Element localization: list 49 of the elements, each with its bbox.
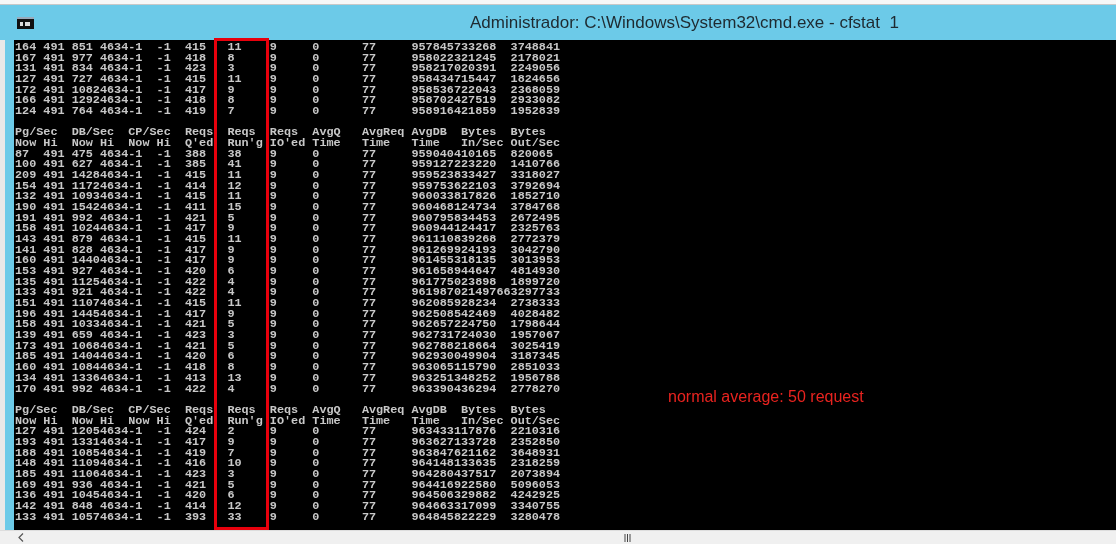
console-line: 209 491 14284634-1 -1 415 11 9 0 77 959523833427 3318027 [15, 170, 561, 181]
console-line: 134 491 13364634-1 -1 413 13 9 0 77 963251348252 1956788 [15, 372, 561, 384]
console-line: 158 491 10334634-1 -1 421 5 9 0 77 962657224750 1798644 [15, 319, 561, 331]
console-line: 141 491 828 4634-1 -1 417 9 9 0 77 961269924193 3042790 [15, 244, 561, 256]
column-header-line: Pg/Sec DB/Sec CP/Sec Reqs Reqs Reqs AvgQ AvgReq AvgDB Bytes Bytes [15, 404, 546, 416]
console-line: 133 491 10574634-1 -1 393 33 9 0 77 964845822229 3280478 [15, 511, 561, 523]
console-line: 142 491 848 4634-1 -1 414 12 9 0 77 964663317099 3340755 [15, 500, 561, 512]
console-line: 160 491 14404634-1 -1 417 9 9 0 77 961455318135 3013953 [15, 255, 561, 267]
console-icon [17, 16, 34, 29]
console-line: 185 491 11064634-1 -1 423 3 9 0 77 964280437517 2073894 [15, 468, 561, 480]
chevron-left-icon[interactable] [18, 533, 24, 542]
console-line: 143 491 879 4634-1 -1 415 11 9 0 77 961110839268 2772379 [15, 234, 561, 245]
console-line: 185 491 14044634-1 -1 420 6 9 0 77 962930049904 3187345 [15, 351, 561, 363]
console-line: 131 491 834 4634-1 -1 423 3 9 0 77 958217020391 2249056 [15, 63, 561, 74]
console-line: 169 491 936 4634-1 -1 421 5 9 0 77 964416922580 5096053 [15, 479, 561, 491]
console-line: 164 491 851 4634-1 -1 415 11 9 0 77 957845733268 3748841 [15, 42, 561, 53]
column-header-line: Now Hi Now Hi Now Hi Q'ed Run'g IO'ed Time Time Time In/Sec Out/Sec [15, 138, 561, 149]
scroll-grip-icon[interactable] [624, 533, 631, 542]
console-line: 193 491 13314634-1 -1 417 9 9 0 77 963627133728 2352850 [15, 436, 561, 448]
console-line: 127 491 12054634-1 -1 424 2 9 0 77 963433117876 2210316 [15, 426, 561, 437]
console-line: 170 491 992 4634-1 -1 422 4 9 0 77 963390436294 2778270 [15, 383, 561, 395]
console-line: 100 491 627 4634-1 -1 385 41 9 0 77 959127223220 1410766 [15, 159, 561, 171]
console-line: 190 491 15424634-1 -1 411 15 9 0 77 960468124734 3784768 [15, 202, 561, 213]
console-line: 148 491 11094634-1 -1 416 10 9 0 77 964148133635 2318259 [15, 458, 561, 469]
console-line: 132 491 10934634-1 -1 415 11 9 0 77 960033817826 1852710 [15, 191, 561, 203]
console-line: 139 491 659 4634-1 -1 423 3 9 0 77 962731724030 1957067 [15, 330, 561, 341]
console-line: 188 491 10854634-1 -1 419 7 9 0 77 963847621162 3648931 [15, 447, 561, 459]
console-line: 154 491 11724634-1 -1 414 12 9 0 77 959753622103 3792694 [15, 180, 561, 192]
console-line: 153 491 927 4634-1 -1 420 6 9 0 77 961658944647 4814930 [15, 266, 561, 277]
column-header-line: Pg/Sec DB/Sec CP/Sec Reqs Reqs Reqs AvgQ AvgReq AvgDB Bytes Bytes [15, 127, 546, 139]
console-line: 191 491 992 4634-1 -1 421 5 9 0 77 960795834453 2672495 [15, 212, 561, 224]
console-line: 167 491 977 4634-1 -1 418 8 9 0 77 958022321245 2178021 [15, 52, 561, 64]
console-line: 87 491 475 4634-1 -1 388 38 9 0 77 959040410165 820065 [15, 148, 554, 160]
console-line: 151 491 11074634-1 -1 415 11 9 0 77 962085928234 2738333 [15, 298, 561, 309]
console-line: 133 491 921 4634-1 -1 422 4 9 0 77 961987021497663297733 [15, 287, 561, 299]
console-line: 135 491 11254634-1 -1 422 4 9 0 77 961775023898 1899720 [15, 276, 561, 288]
console-line: 158 491 10244634-1 -1 417 9 9 0 77 960944124417 2325763 [15, 223, 561, 235]
console-line: 160 491 10844634-1 -1 418 8 9 0 77 963065115790 2851033 [15, 362, 561, 373]
console-line: 172 491 10824634-1 -1 417 9 9 0 77 958536722043 2368059 [15, 84, 561, 96]
console-line: 166 491 12924634-1 -1 418 8 9 0 77 958702427519 2933082 [15, 95, 561, 107]
console-line: 173 491 10684634-1 -1 421 5 9 0 77 962788218664 3025419 [15, 340, 561, 352]
annotation-text: normal average: 50 request [668, 387, 864, 407]
column-header-line: Now Hi Now Hi Now Hi Q'ed Run'g IO'ed Time Time Time In/Sec Out/Sec [15, 415, 561, 427]
console-line: 127 491 727 4634-1 -1 415 11 9 0 77 958434715447 1824656 [15, 74, 561, 85]
console-line: 124 491 764 4634-1 -1 419 7 9 0 77 958916421859 1952839 [15, 106, 561, 117]
console-line: 136 491 10454634-1 -1 420 6 9 0 77 964506329882 4242925 [15, 490, 561, 501]
console-line: 196 491 14454634-1 -1 417 9 9 0 77 962508542469 4028482 [15, 308, 561, 320]
horizontal-scrollbar[interactable] [0, 530, 1116, 544]
window-title: Administrador: C:\Windows\System32\cmd.exe - cfstat 1 [470, 11, 899, 34]
